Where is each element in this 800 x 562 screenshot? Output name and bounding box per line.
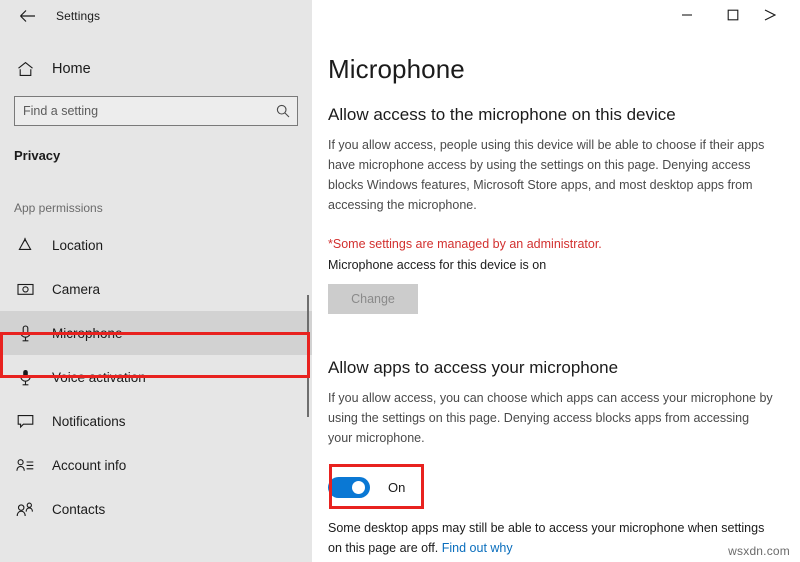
apps-section-heading: Allow apps to access your microphone: [328, 358, 619, 377]
search-input[interactable]: [15, 104, 269, 118]
sidebar-item-voice-activation-label: Voice activation: [52, 369, 146, 385]
sidebar-item-location-label: Location: [52, 237, 104, 253]
toggle-knob: [352, 480, 365, 494]
sidebar-item-notifications-label: Notifications: [52, 413, 126, 429]
voice-activation-icon: [14, 369, 36, 386]
device-section-description: If you allow access, people using this d…: [328, 138, 765, 212]
maximize-icon[interactable]: [710, 0, 756, 30]
footnote-text: Some desktop apps may still be able to a…: [328, 521, 765, 555]
sidebar-item-home-label: Home: [52, 61, 91, 77]
sidebar-item-camera[interactable]: Camera: [0, 267, 312, 311]
desktop-apps-footnote: Some desktop apps may still be able to a…: [328, 518, 780, 558]
sidebar-item-account-info-label: Account info: [52, 457, 127, 473]
notification-icon: [14, 414, 36, 429]
microphone-icon: [14, 324, 36, 342]
search-icon[interactable]: [269, 104, 297, 118]
sidebar-item-account-info[interactable]: Account info: [0, 443, 312, 487]
sidebar-item-camera-label: Camera: [52, 281, 101, 297]
home-icon: [14, 61, 36, 77]
location-icon: [14, 237, 36, 253]
sidebar-titlebar: Settings: [0, 0, 312, 32]
admin-managed-note: *Some settings are managed by an adminis…: [328, 237, 602, 251]
toggle-state-label: On: [388, 479, 406, 495]
settings-window: Settings Home Privacy App permissions: [0, 0, 800, 562]
sidebar-item-microphone-label: Microphone: [52, 325, 123, 341]
sidebar-item-microphone[interactable]: Microphone: [0, 311, 312, 355]
sidebar-section-title: Privacy: [14, 148, 61, 163]
search-box[interactable]: [14, 96, 298, 126]
contacts-icon: [14, 502, 36, 517]
sidebar: Settings Home Privacy App permissions: [0, 0, 312, 562]
change-button[interactable]: Change: [328, 284, 418, 314]
apps-access-toggle[interactable]: [328, 476, 370, 498]
back-arrow-icon[interactable]: [10, 3, 44, 29]
apps-section-description: If you allow access, you can choose whic…: [328, 391, 773, 445]
window-controls: [312, 0, 800, 32]
camera-icon: [14, 282, 36, 296]
app-title: Settings: [56, 9, 101, 23]
settings-page: Microphone Allow access to the microphon…: [312, 32, 800, 558]
sidebar-group-label: App permissions: [14, 201, 103, 215]
account-info-icon: [14, 458, 36, 473]
sidebar-item-voice-activation[interactable]: Voice activation: [0, 355, 312, 399]
device-access-status: Microphone access for this device is on: [328, 258, 547, 272]
page-title: Microphone: [328, 54, 465, 84]
sidebar-item-contacts[interactable]: Contacts: [0, 487, 312, 531]
close-icon[interactable]: [756, 0, 800, 30]
sidebar-item-location[interactable]: Location: [0, 223, 312, 267]
sidebar-item-home[interactable]: Home: [0, 50, 312, 88]
sidebar-nav: Location Camera Microphone Voice activat…: [0, 223, 312, 531]
apps-access-toggle-row: On: [328, 474, 800, 500]
minimize-icon[interactable]: [664, 0, 710, 30]
device-section-heading: Allow access to the microphone on this d…: [328, 105, 676, 124]
find-out-why-link[interactable]: Find out why: [442, 541, 513, 555]
main-content: Microphone Allow access to the microphon…: [312, 0, 800, 562]
watermark: wsxdn.com: [728, 544, 790, 558]
sidebar-item-notifications[interactable]: Notifications: [0, 399, 312, 443]
sidebar-item-contacts-label: Contacts: [52, 501, 106, 517]
sidebar-scrollbar[interactable]: [307, 295, 309, 417]
